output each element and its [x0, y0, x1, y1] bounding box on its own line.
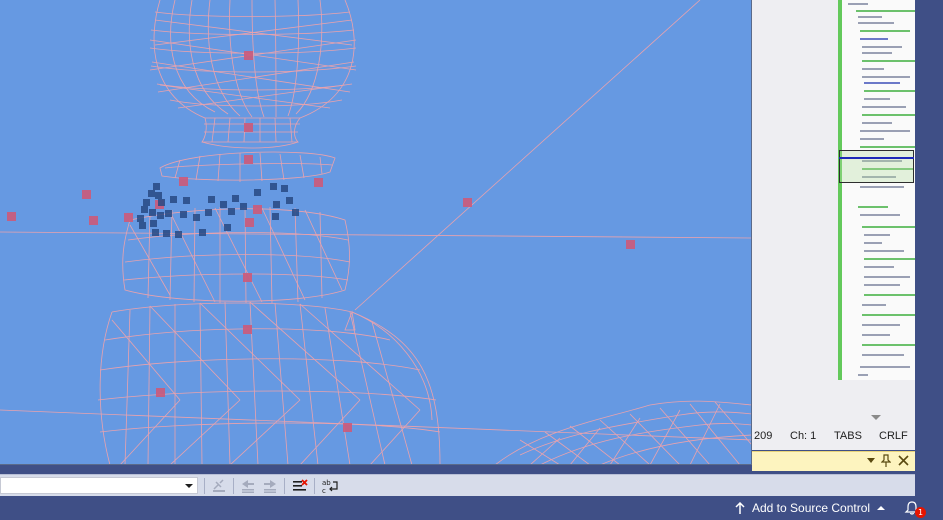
word-wrap-icon: ab c — [322, 479, 338, 494]
status-bar: Add to Source Control — [0, 498, 943, 520]
find-icon — [213, 479, 225, 492]
clear-all-button[interactable] — [290, 477, 310, 495]
indent-mode-indicator[interactable]: TABS — [834, 430, 862, 442]
add-to-source-control-label: Add to Source Control — [752, 501, 871, 515]
toolbar-separator — [284, 478, 285, 494]
tool-window-header — [752, 451, 915, 471]
go-previous-icon — [242, 480, 254, 493]
output-source-combobox[interactable] — [0, 477, 198, 494]
editor-status-row: 209 Ch: 1 TABS CRLF — [752, 427, 915, 445]
vertical-scrollbar[interactable] — [915, 0, 943, 450]
find-message-button[interactable] — [209, 477, 229, 495]
arrow-up-icon — [735, 501, 745, 514]
minimap-viewport-indicator[interactable] — [839, 150, 914, 183]
close-icon[interactable] — [898, 454, 909, 469]
bottom-bulb-mesh — [97, 301, 441, 464]
previous-message-button[interactable] — [238, 477, 258, 495]
point-cloud — [137, 183, 299, 238]
minimap-caret-line — [839, 157, 914, 159]
ground-line — [0, 231, 751, 239]
wireframe-scene — [0, 0, 751, 464]
code-minimap[interactable] — [838, 0, 915, 380]
chevron-down-icon[interactable] — [185, 484, 193, 488]
toolbar-separator — [233, 478, 234, 494]
terrain-mesh — [495, 400, 751, 464]
svg-text:c: c — [322, 487, 326, 494]
toggle-word-wrap-button[interactable]: ab c — [320, 477, 340, 495]
line-ending-indicator[interactable]: CRLF — [879, 430, 908, 442]
output-toolbar: ab c — [0, 474, 915, 496]
column-indicator[interactable]: Ch: 1 — [790, 430, 816, 442]
axis-line — [354, 0, 701, 311]
next-message-button[interactable] — [260, 477, 280, 495]
pin-icon[interactable] — [880, 454, 892, 471]
toolbar-separator — [204, 478, 205, 494]
go-next-icon — [264, 480, 276, 493]
clear-all-icon — [293, 479, 308, 491]
toolbar-separator — [314, 478, 315, 494]
add-to-source-control-button[interactable]: Add to Source Control — [734, 501, 886, 515]
svg-text:ab: ab — [322, 479, 331, 487]
3d-viewport[interactable] — [0, 0, 752, 465]
notification-count-badge: 1 — [915, 507, 926, 518]
line-number-indicator[interactable]: 209 — [754, 430, 772, 442]
window-position-dropdown-icon[interactable] — [866, 454, 876, 469]
chevron-down-icon[interactable] — [871, 415, 881, 420]
chevron-up-icon — [877, 506, 886, 510]
